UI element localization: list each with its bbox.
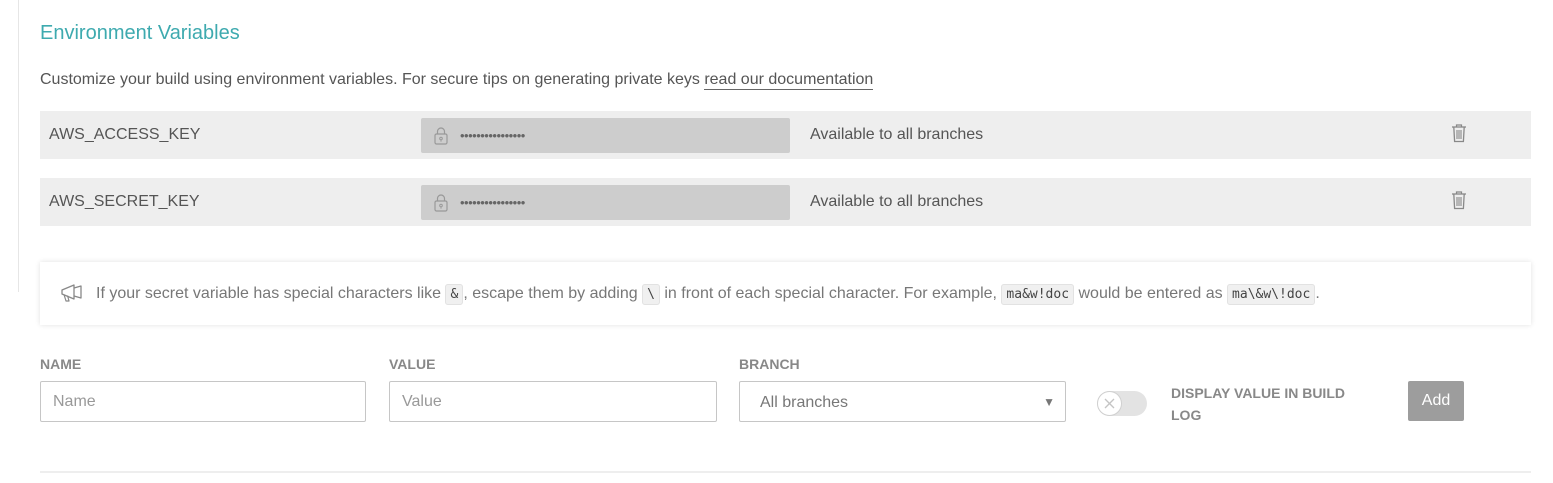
- env-variable-branch: Available to all branches: [810, 193, 984, 210]
- env-variable-name: AWS_ACCESS_KEY: [49, 126, 201, 143]
- value-label: VALUE: [389, 356, 436, 372]
- value-field-container: [389, 381, 717, 422]
- intro-text: Customize your build using environment v…: [40, 71, 705, 88]
- lock-icon: [434, 127, 448, 145]
- notice-text: If your secret variable has special char…: [96, 285, 446, 302]
- bottom-divider: [40, 471, 1531, 473]
- code-snippet: \: [642, 284, 660, 305]
- lock-icon: [434, 194, 448, 212]
- trash-icon[interactable]: [1451, 190, 1467, 210]
- display-value-label: DISPLAY VALUE IN BUILD LOG: [1171, 385, 1345, 423]
- branch-select[interactable]: All branches ▼: [739, 381, 1066, 422]
- megaphone-icon: [61, 284, 82, 302]
- x-icon: [1104, 398, 1115, 409]
- notice-text: , escape them by adding: [463, 285, 643, 302]
- code-snippet: &: [445, 284, 464, 305]
- name-label: NAME: [40, 356, 82, 372]
- display-value-toggle[interactable]: [1097, 391, 1147, 416]
- env-variable-name: AWS_SECRET_KEY: [49, 193, 200, 210]
- code-snippet: ma\&w\!doc: [1227, 284, 1316, 305]
- caret-down-icon: ▼: [1043, 395, 1055, 409]
- left-divider: [18, 0, 19, 292]
- branch-label: BRANCH: [739, 356, 800, 372]
- toggle-knob: [1097, 391, 1122, 416]
- masked-value-text: ••••••••••••••••: [460, 195, 525, 210]
- section-title: Environment Variables: [40, 22, 240, 44]
- env-variable-row: AWS_ACCESS_KEY •••••••••••••••• Availabl…: [40, 111, 1531, 159]
- notice-text: .: [1315, 285, 1320, 302]
- section-intro: Customize your build using environment v…: [40, 69, 874, 91]
- documentation-link[interactable]: read our documentation: [704, 71, 874, 90]
- name-input[interactable]: [41, 382, 365, 421]
- env-variable-masked-value: ••••••••••••••••: [421, 185, 790, 220]
- notice-text: in front of each special character. For …: [659, 285, 1002, 302]
- value-input[interactable]: [390, 382, 716, 421]
- add-button[interactable]: Add: [1408, 381, 1464, 421]
- special-characters-notice: If your secret variable has special char…: [40, 262, 1531, 325]
- env-variable-branch: Available to all branches: [810, 126, 984, 143]
- name-field-container: [40, 381, 366, 422]
- trash-icon[interactable]: [1451, 123, 1467, 143]
- code-snippet: ma&w!doc: [1001, 284, 1075, 305]
- env-variable-row: AWS_SECRET_KEY •••••••••••••••• Availabl…: [40, 178, 1531, 226]
- env-variable-masked-value: ••••••••••••••••: [421, 118, 790, 153]
- branch-selected-value: All branches: [760, 394, 849, 411]
- notice-text: would be entered as: [1074, 285, 1228, 302]
- masked-value-text: ••••••••••••••••: [460, 128, 525, 143]
- notice-message: If your secret variable has special char…: [96, 262, 1320, 326]
